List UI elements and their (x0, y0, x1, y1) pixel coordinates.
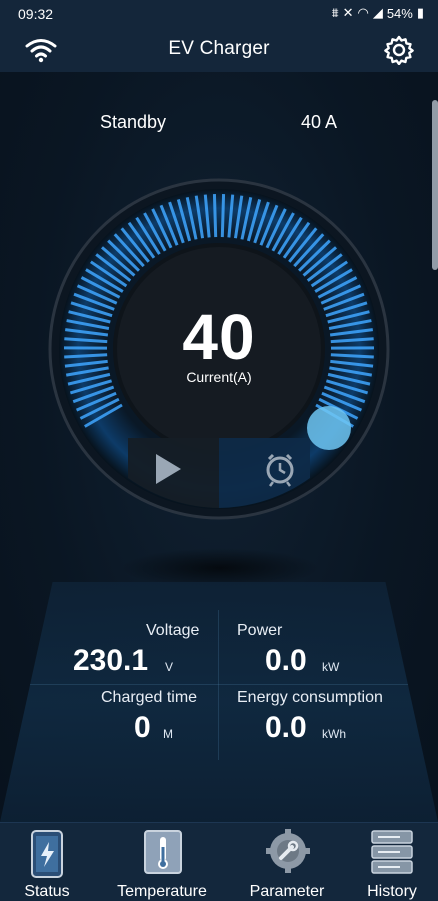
battery-icon: ▮ (417, 5, 424, 21)
status-time: 09:32 (18, 6, 53, 22)
thermometer-icon (143, 829, 183, 875)
battery-percent: 54% (387, 6, 413, 21)
nav-parameter-label: Parameter (237, 883, 337, 901)
nav-history[interactable]: History (342, 823, 438, 901)
server-list-icon (370, 829, 414, 875)
max-current: 40 A (301, 112, 337, 133)
voltage-unit: V (165, 660, 173, 674)
dial-tick (222, 194, 223, 237)
voltage-value: 230.1 (73, 644, 148, 678)
bottom-nav: Status Temperature Parameter (0, 822, 438, 901)
power-label: Power (237, 622, 282, 640)
power-value: 0.0 (265, 644, 307, 678)
charger-state: Standby (100, 112, 166, 133)
current-label: Current(A) (0, 369, 438, 385)
dial-knob[interactable] (307, 406, 351, 450)
energy-value: 0.0 (265, 711, 307, 745)
nav-temperature[interactable]: Temperature (112, 823, 212, 901)
gear-icon[interactable] (384, 35, 414, 65)
energy-unit: kWh (322, 727, 346, 741)
phone-charging-icon (29, 829, 65, 879)
cell-signal-icon: ◢ (373, 5, 383, 21)
nav-status[interactable]: Status (0, 823, 97, 901)
wifi-icon: ◠ (357, 5, 368, 21)
voltage-label: Voltage (146, 622, 199, 640)
gear-wrench-icon (266, 829, 310, 875)
energy-label: Energy consumption (237, 689, 383, 707)
nav-history-label: History (342, 883, 438, 901)
dial-tick (214, 194, 215, 237)
signal-icon: ⩩ (332, 5, 339, 21)
status-bar: 09:32 ⩩ ✕ ◠ ◢ 54% ▮ (0, 0, 438, 28)
nav-status-label: Status (0, 883, 97, 901)
charged-time-value: 0 (134, 711, 151, 745)
grid-divider (218, 610, 219, 760)
app-bar: EV Charger (0, 28, 438, 73)
nav-temperature-label: Temperature (112, 883, 212, 901)
mute-icon: ✕ (343, 5, 354, 21)
charged-time-label: Charged time (101, 689, 197, 707)
nav-parameter[interactable]: Parameter (237, 823, 337, 901)
app-title: EV Charger (0, 38, 438, 60)
power-unit: kW (322, 660, 339, 674)
grid-divider (30, 684, 408, 685)
status-icons: ⩩ ✕ ◠ ◢ 54% ▮ (332, 5, 424, 21)
charged-time-unit: M (163, 727, 173, 741)
current-value: 40 (0, 300, 438, 374)
scrollbar[interactable] (432, 100, 438, 270)
